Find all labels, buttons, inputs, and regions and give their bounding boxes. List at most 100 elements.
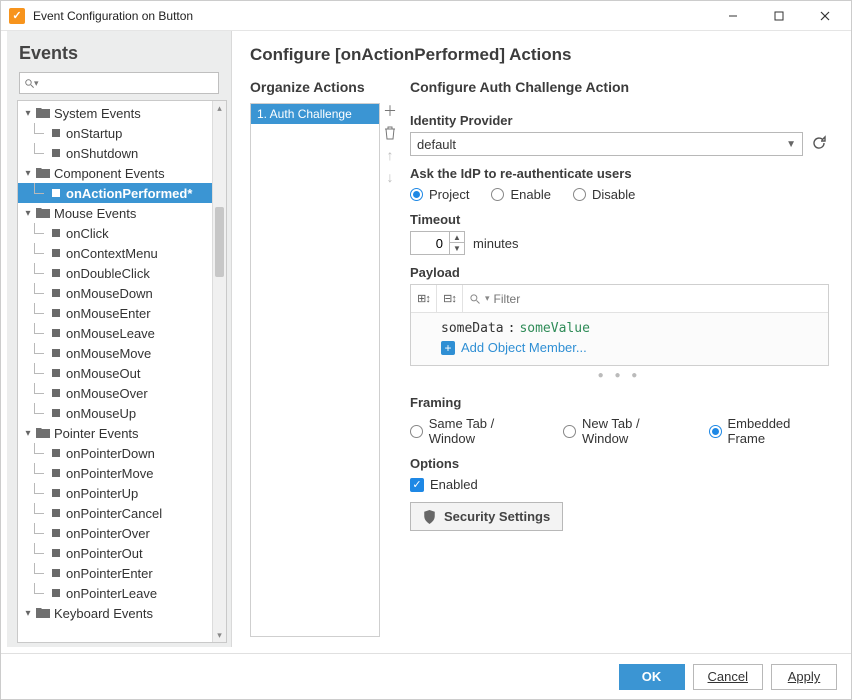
maximize-button[interactable] [765, 6, 793, 26]
organize-heading: Organize Actions [250, 79, 400, 95]
scroll-up-icon[interactable]: ▴ [213, 101, 226, 115]
payload-body[interactable]: someData:someValue + Add Object Member..… [411, 313, 828, 365]
search-icon [469, 293, 481, 305]
framing-radio[interactable]: New Tab / Window [563, 416, 687, 446]
radio-icon [709, 425, 722, 438]
idp-value: default [417, 137, 456, 152]
event-icon [52, 509, 60, 517]
tree-item[interactable]: onPointerOut [18, 543, 226, 563]
tree-item[interactable]: onMouseLeave [18, 323, 226, 343]
events-heading: Events [7, 31, 231, 72]
tree-item[interactable]: onClick [18, 223, 226, 243]
events-panel: Events ▾ ▾System EventsonStartuponShutdo… [7, 31, 232, 647]
tree-category[interactable]: ▾Keyboard Events [18, 603, 226, 623]
framing-radio[interactable]: Embedded Frame [709, 416, 829, 446]
collapse-all-button[interactable]: ⊟↕ [437, 285, 463, 313]
radio-icon [573, 188, 586, 201]
shield-icon [423, 510, 436, 524]
tree-item[interactable]: onPointerEnter [18, 563, 226, 583]
ok-button[interactable]: OK [619, 664, 685, 690]
action-item[interactable]: 1. Auth Challenge [251, 104, 379, 124]
tree-item[interactable]: onPointerUp [18, 483, 226, 503]
folder-icon [36, 167, 50, 179]
timeout-down-button[interactable]: ▼ [450, 243, 464, 254]
scroll-thumb[interactable] [215, 207, 224, 277]
add-object-member-button[interactable]: + Add Object Member... [441, 340, 820, 355]
tree-item[interactable]: onMouseDown [18, 283, 226, 303]
tree-item[interactable]: onPointerLeave [18, 583, 226, 603]
timeout-input[interactable] [411, 232, 449, 254]
tree-item[interactable]: onDoubleClick [18, 263, 226, 283]
tree-item[interactable]: onPointerMove [18, 463, 226, 483]
event-icon [52, 189, 60, 197]
event-icon [52, 309, 60, 317]
close-button[interactable] [811, 6, 839, 26]
event-icon [52, 449, 60, 457]
move-up-button[interactable]: ↑ [382, 147, 398, 163]
apply-button[interactable]: Apply [771, 664, 837, 690]
tree-item[interactable]: onShutdown [18, 143, 226, 163]
resize-handle[interactable]: ● ● ● [410, 370, 829, 381]
radio-icon [491, 188, 504, 201]
event-icon [52, 269, 60, 277]
expand-all-button[interactable]: ⊞↕ [411, 285, 437, 313]
enabled-checkbox[interactable]: ✓ Enabled [410, 477, 829, 492]
events-search[interactable]: ▾ [19, 72, 219, 94]
event-icon [52, 349, 60, 357]
move-down-button[interactable]: ↓ [382, 169, 398, 185]
timeout-up-button[interactable]: ▲ [450, 232, 464, 243]
add-action-button[interactable]: ＋ [382, 103, 398, 119]
folder-icon [36, 107, 50, 119]
tree-item[interactable]: onPointerDown [18, 443, 226, 463]
tree-item[interactable]: onStartup [18, 123, 226, 143]
event-icon [52, 329, 60, 337]
tree-item[interactable]: onPointerOver [18, 523, 226, 543]
scroll-down-icon[interactable]: ▾ [213, 628, 226, 642]
payload-value: someValue [519, 321, 589, 336]
framing-radio[interactable]: Same Tab / Window [410, 416, 541, 446]
check-icon: ✓ [410, 478, 424, 492]
idp-label: Identity Provider [410, 113, 829, 128]
events-tree[interactable]: ▾System EventsonStartuponShutdown▾Compon… [18, 101, 226, 625]
timeout-spinner[interactable]: ▲ ▼ [410, 231, 465, 255]
event-icon [52, 149, 60, 157]
tree-item[interactable]: onPointerCancel [18, 503, 226, 523]
event-icon [52, 569, 60, 577]
tree-item[interactable]: onActionPerformed* [18, 183, 226, 203]
titlebar: ✓ Event Configuration on Button [1, 1, 851, 31]
config-title: Configure [onActionPerformed] Actions [250, 45, 829, 65]
security-settings-button[interactable]: Security Settings [410, 502, 563, 531]
folder-icon [36, 427, 50, 439]
payload-filter-input[interactable] [494, 292, 822, 306]
events-search-input[interactable] [39, 76, 214, 90]
idp-select[interactable]: default ▼ [410, 132, 803, 156]
minimize-button[interactable] [719, 6, 747, 26]
tree-category[interactable]: ▾System Events [18, 103, 226, 123]
reauth-radio[interactable]: Disable [573, 187, 635, 202]
event-icon [52, 589, 60, 597]
timeout-unit: minutes [473, 236, 519, 251]
refresh-button[interactable] [811, 135, 829, 154]
tree-category[interactable]: ▾Mouse Events [18, 203, 226, 223]
cancel-button[interactable]: Cancel [693, 664, 763, 690]
window-title: Event Configuration on Button [33, 9, 719, 23]
event-icon [52, 289, 60, 297]
tree-item[interactable]: onMouseEnter [18, 303, 226, 323]
tree-item[interactable]: onContextMenu [18, 243, 226, 263]
tree-category[interactable]: ▾Component Events [18, 163, 226, 183]
tree-item[interactable]: onMouseOut [18, 363, 226, 383]
action-list[interactable]: 1. Auth Challenge [250, 103, 380, 637]
tree-item[interactable]: onMouseUp [18, 403, 226, 423]
events-scrollbar[interactable]: ▴ ▾ [212, 101, 226, 642]
event-icon [52, 549, 60, 557]
framing-label: Framing [410, 395, 829, 410]
radio-icon [563, 425, 576, 438]
tree-category[interactable]: ▾Pointer Events [18, 423, 226, 443]
reauth-radio[interactable]: Enable [491, 187, 550, 202]
reauth-radio[interactable]: Project [410, 187, 469, 202]
payload-label: Payload [410, 265, 829, 280]
tree-item[interactable]: onMouseOver [18, 383, 226, 403]
radio-icon [410, 188, 423, 201]
tree-item[interactable]: onMouseMove [18, 343, 226, 363]
delete-action-button[interactable] [382, 125, 398, 141]
